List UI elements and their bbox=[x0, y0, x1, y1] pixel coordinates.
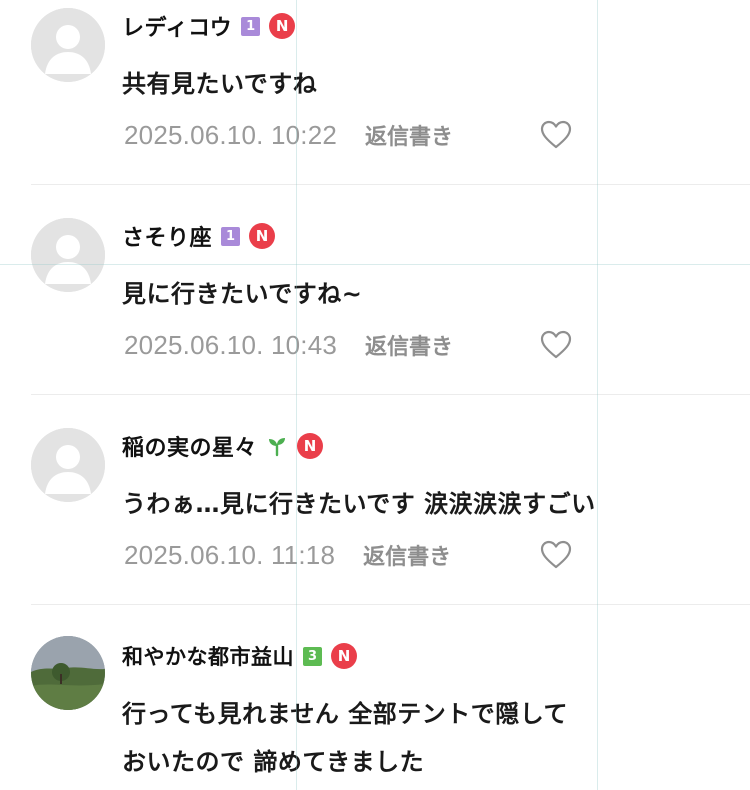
comment-date: 2025.06.10. 10:22 bbox=[124, 119, 338, 150]
new-badge: N bbox=[269, 13, 296, 39]
avatar[interactable] bbox=[31, 428, 105, 502]
guide-line bbox=[597, 0, 598, 790]
comment-text: 行っても見れません 全部テントで隠して bbox=[122, 700, 569, 728]
comment-divider bbox=[31, 604, 750, 605]
heart-outline-icon[interactable] bbox=[540, 120, 572, 150]
avatar[interactable] bbox=[31, 218, 105, 292]
sprout-icon bbox=[269, 438, 286, 457]
comment-divider bbox=[31, 184, 750, 185]
level-badge: 3 bbox=[303, 646, 322, 666]
default-avatar-icon bbox=[31, 218, 105, 292]
comment-text: 共有見たいですね bbox=[122, 70, 318, 98]
new-badge: N bbox=[331, 643, 357, 669]
heart-outline-icon[interactable] bbox=[540, 330, 572, 360]
guide-line bbox=[0, 264, 750, 265]
reply-button[interactable]: 返信書き bbox=[365, 119, 453, 151]
comment-divider bbox=[31, 394, 750, 395]
default-avatar-icon bbox=[31, 8, 105, 82]
level-badge: 1 bbox=[241, 16, 261, 36]
comment-text: うわぁ…見に行きたいです 涙涙涙涙すごい bbox=[122, 490, 596, 518]
default-avatar-icon bbox=[31, 428, 105, 502]
new-badge: N bbox=[297, 433, 324, 459]
nickname[interactable]: 和やかな都市益山 bbox=[122, 641, 294, 671]
avatar[interactable] bbox=[31, 636, 105, 710]
level-badge: 1 bbox=[221, 226, 241, 246]
guide-line bbox=[296, 0, 297, 790]
nickname[interactable]: さそり座 bbox=[122, 220, 212, 252]
comment-text: 見に行きたいですね~ bbox=[122, 280, 363, 308]
comment-date: 2025.06.10. 11:18 bbox=[124, 539, 336, 570]
comment-text: おいたので 諦めてきました bbox=[122, 748, 425, 776]
reply-button[interactable]: 返信書き bbox=[363, 539, 451, 571]
reply-button[interactable]: 返信書き bbox=[365, 329, 453, 361]
new-badge: N bbox=[249, 223, 276, 249]
heart-outline-icon[interactable] bbox=[540, 540, 572, 570]
landscape-avatar-image bbox=[31, 636, 105, 710]
nickname[interactable]: 稲の実の星々 bbox=[122, 430, 257, 462]
comment-date: 2025.06.10. 10:43 bbox=[124, 329, 338, 360]
nickname[interactable]: レディコウ bbox=[122, 10, 232, 42]
avatar[interactable] bbox=[31, 8, 105, 82]
